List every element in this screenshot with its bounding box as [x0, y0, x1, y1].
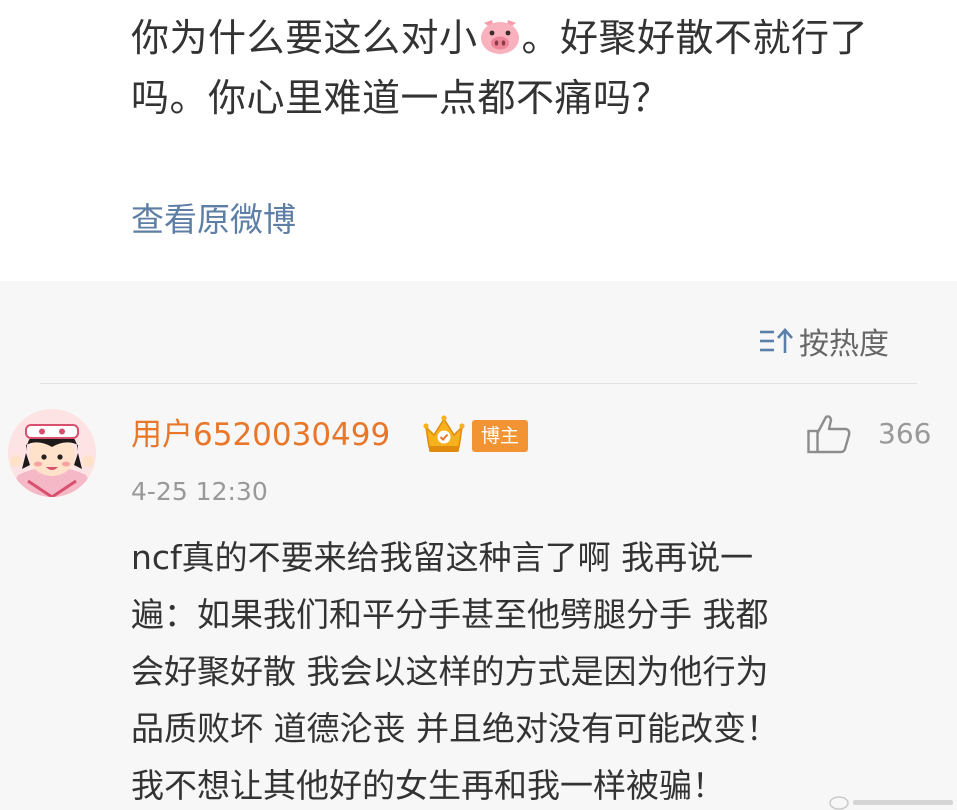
weibo-comment-page: 你为什么要这么对小 。好聚好散不就行了吗。你心里难道一点都不痛吗？ 查看原微博 … [0, 0, 957, 810]
like-count: 366 [878, 417, 932, 450]
section-divider [40, 383, 917, 384]
avatar[interactable] [8, 409, 96, 497]
original-post-card[interactable]: 你为什么要这么对小 。好聚好散不就行了吗。你心里难道一点都不痛吗？ 查看原微博 [0, 0, 957, 281]
sort-icon [760, 328, 793, 353]
comment-line: 会好聚好散 我会以这样的方式是因为他行为 [131, 652, 769, 691]
post-text-part1: 你为什么要这么对小 [131, 16, 478, 60]
avatar-cartoon-girl-icon [8, 409, 96, 497]
comment-line: 品质败坏 道德沦丧 并且绝对没有可能改变！ [131, 709, 779, 748]
comment-timestamp: 4-25 12:30 [131, 477, 268, 506]
comment-body: ncf真的不要来给我留这种言了啊 我再说一 遍：如果我们和平分手甚至他劈腿分手 … [131, 529, 921, 810]
view-original-link[interactable]: 查看原微博 [131, 196, 296, 244]
thumb-up-icon [807, 415, 851, 454]
comments-section: 按热度 用户6520030499 博主 366 4-25 12:30 ncf真的… [0, 281, 957, 810]
crown-icon[interactable] [422, 413, 466, 455]
pig-face-icon [480, 20, 519, 54]
sort-by-hot-button[interactable]: 按热度 [759, 319, 889, 363]
comment-username[interactable]: 用户6520030499 [131, 413, 390, 457]
sort-label: 按热度 [799, 327, 889, 362]
blogger-badge: 博主 [472, 420, 528, 452]
comment-line: 我不想让其他好的女生再和我一样被骗！ [131, 766, 725, 805]
comment-line: ncf真的不要来给我留这种言了啊 我再说一 [131, 538, 754, 577]
comment-line: 遍：如果我们和平分手甚至他劈腿分手 我都 [131, 595, 769, 634]
comment-item: 用户6520030499 博主 366 4-25 12:30 ncf真的不要来给… [0, 403, 957, 810]
watermark-logo [829, 796, 953, 810]
like-button[interactable]: 366 [806, 413, 931, 455]
post-text: 你为什么要这么对小 。好聚好散不就行了吗。你心里难道一点都不痛吗？ [131, 8, 931, 128]
